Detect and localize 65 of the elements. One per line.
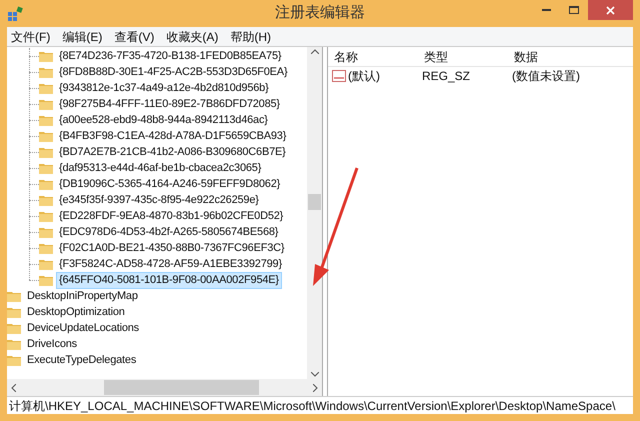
tree-item[interactable]: {98F275B4-4FFF-11E0-89E2-7B86DFD72085}	[56, 96, 283, 112]
tree-item[interactable]: DriveIcons	[24, 336, 80, 352]
scroll-up-icon[interactable]	[310, 49, 318, 54]
tree-item[interactable]: DesktopIniPropertyMap	[24, 288, 141, 304]
folder-icon	[39, 162, 53, 174]
menu-item[interactable]: 帮助(H)	[230, 28, 271, 46]
scroll-left-icon[interactable]	[11, 384, 16, 392]
tree-item[interactable]: {daf95313-e44d-46af-be1b-cbacea2c3065}	[56, 160, 264, 176]
close-button[interactable]	[588, 0, 633, 20]
folder-icon	[39, 210, 53, 222]
tree-item[interactable]: {e345f35f-9397-435c-8f95-4e922c26259e}	[56, 192, 262, 208]
folder-icon	[39, 130, 53, 142]
folder-icon	[39, 146, 53, 158]
folder-icon	[39, 242, 53, 254]
table-cell-text: (默认)	[348, 68, 380, 85]
folder-icon	[39, 98, 53, 110]
scroll-thumb[interactable]	[104, 380, 259, 395]
folder-icon	[7, 322, 21, 334]
folder-icon	[39, 50, 53, 62]
tree-item[interactable]: {B4FB3F98-C1EA-428d-A78A-D1F5659CBA93}	[56, 128, 290, 144]
tree-item[interactable]: {BD7A2E7B-21CB-41b2-A086-B309680C6B7E}	[56, 144, 289, 160]
folder-icon	[7, 290, 21, 302]
folder-icon	[39, 82, 53, 94]
close-icon	[606, 6, 615, 14]
tree-item[interactable]: {645FFO40-5081-101B-9F08-00AA002F954E}	[56, 272, 282, 288]
column-header[interactable]: 类型	[418, 48, 508, 66]
folder-icon	[39, 194, 53, 206]
scroll-down-icon[interactable]	[310, 372, 318, 377]
folder-icon	[39, 178, 53, 190]
folder-icon	[39, 274, 53, 286]
column-header[interactable]: 名称	[328, 48, 418, 66]
registry-app-icon	[7, 6, 23, 22]
tree-item[interactable]: ExecuteTypeDelegates	[24, 352, 140, 368]
window-title: 注册表编辑器	[275, 3, 365, 24]
folder-icon	[39, 258, 53, 270]
tree-item[interactable]: DesktopOptimization	[24, 304, 128, 320]
table-cell-text: (数值未设置)	[512, 68, 580, 85]
vertical-scrollbar[interactable]	[307, 47, 322, 379]
tree-item[interactable]: {a00ee528-ebd9-48b8-944a-8942113d46ac}	[56, 112, 271, 128]
horizontal-scrollbar[interactable]	[7, 379, 322, 396]
menu-item[interactable]: 收藏夹(A)	[166, 28, 218, 46]
status-bar: 计算机\HKEY_LOCAL_MACHINE\SOFTWARE\Microsoft\Windows\CurrentVersion\Explorer\Desktop\NameSpace\	[7, 396, 633, 414]
scroll-thumb[interactable]	[308, 194, 321, 210]
tree-item[interactable]: {9343812e-1c37-4a49-a12e-4b2d810d956b}	[56, 80, 272, 96]
tree-item[interactable]: {8E74D236-7F35-4720-B138-1FED0B85EA75}	[56, 48, 284, 64]
column-header[interactable]: 数据	[508, 48, 598, 66]
menu-item[interactable]: 文件(F)	[11, 28, 50, 46]
tree-item[interactable]: {F02C1A0D-BE21-4350-88B0-7367FC96EF3C}	[56, 240, 288, 256]
folder-icon	[39, 226, 53, 238]
tree-item[interactable]: DeviceUpdateLocations	[24, 320, 142, 336]
folder-icon	[7, 306, 21, 318]
tree-item[interactable]: {DB19096C-5365-4164-A246-59FEFF9D8062}	[56, 176, 284, 192]
folder-icon	[39, 66, 53, 78]
menu-item[interactable]: 编辑(E)	[62, 28, 102, 46]
tree-item[interactable]: {EDC978D6-4D53-4b2f-A265-5805674BE568}	[56, 224, 282, 240]
tree-item[interactable]: {ED228FDF-9EA8-4870-83b1-96b02CFE0D52}	[56, 208, 286, 224]
tree-item[interactable]: {F3F5824C-AD58-4728-AF59-A1EBE3392799}	[56, 256, 285, 272]
folder-icon	[7, 354, 21, 366]
string-value-icon	[332, 70, 346, 82]
table-cell-text: REG_SZ	[422, 68, 470, 85]
menu-item[interactable]: 查看(V)	[114, 28, 154, 46]
folder-icon	[39, 114, 53, 126]
tree-item[interactable]: {8FD8B88D-30E1-4F25-AC2B-553D3D65F0EA}	[56, 64, 290, 80]
scroll-right-icon[interactable]	[313, 384, 318, 392]
folder-icon	[7, 338, 21, 350]
